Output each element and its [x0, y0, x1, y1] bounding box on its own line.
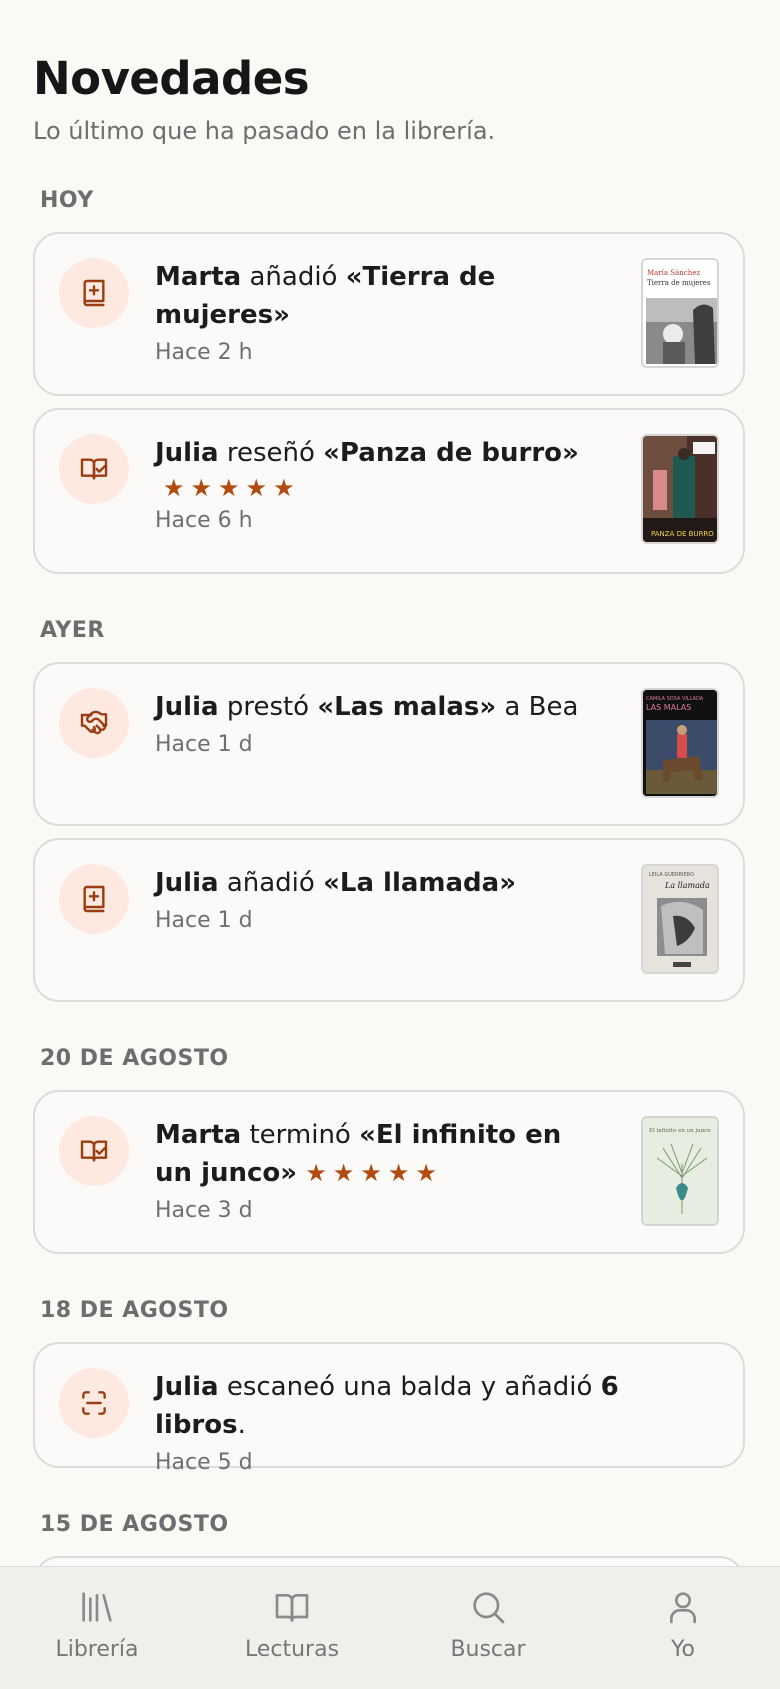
page-header: Novedades Lo último que ha pasado en la …: [33, 52, 495, 145]
book-plus-icon: [59, 864, 129, 934]
feed-card[interactable]: Julia reseñó «Panza de burro» ★★★★★ Hace…: [33, 408, 745, 574]
book-cover[interactable]: El infinito en un junco: [641, 1116, 719, 1226]
book-plus-icon: [59, 258, 129, 328]
section-header-20-agosto: 20 DE AGOSTO: [40, 1046, 229, 1071]
page-subtitle: Lo último que ha pasado en la librería.: [33, 117, 496, 145]
book-cover[interactable]: CAMILA SOSA VILLADA LAS MALAS: [641, 688, 719, 798]
cover-title: LAS MALAS: [646, 703, 691, 712]
user-name[interactable]: Marta: [155, 1120, 241, 1150]
book-title[interactable]: «La llamada»: [323, 868, 516, 898]
book-title[interactable]: «Las malas»: [317, 692, 496, 722]
cover-title: El infinito en un junco: [649, 1128, 711, 1134]
timestamp: Hace 3 d: [155, 1198, 253, 1223]
timestamp: Hace 1 d: [155, 732, 253, 757]
timestamp: Hace 2 h: [155, 340, 253, 365]
activity-verb: añadió: [218, 868, 324, 898]
timestamp: Hace 5 d: [155, 1450, 253, 1475]
user-name[interactable]: Julia: [155, 692, 219, 722]
cover-title: La llamada: [664, 881, 710, 890]
user-name[interactable]: Julia: [155, 438, 219, 468]
activity-verb: escaneó una balda y añadió: [218, 1372, 601, 1402]
feed-card[interactable]: Marta terminó «El infinito en un junco» …: [33, 1090, 745, 1254]
book-cover[interactable]: PANZA DE BURRO: [641, 434, 719, 544]
book-check-icon: [59, 434, 129, 504]
feed-card[interactable]: Julia añadió «La llamada» Hace 1 d LEILA…: [33, 838, 745, 1002]
activity-verb: terminó: [241, 1120, 360, 1150]
cover-author: María Sánchez: [647, 269, 700, 277]
tab-yo[interactable]: Yo: [603, 1587, 763, 1662]
handshake-icon: [59, 688, 129, 758]
rating-stars: ★★★★★: [163, 474, 301, 502]
user-icon: [670, 1592, 696, 1624]
timestamp: Hace 1 d: [155, 908, 253, 933]
book-check-icon: [59, 1116, 129, 1186]
rating-stars: ★★★★★: [305, 1159, 443, 1187]
tab-label: Yo: [671, 1637, 695, 1662]
tab-label: Librería: [55, 1637, 139, 1662]
book-cover[interactable]: María Sánchez Tierra de mujeres: [641, 258, 719, 368]
tab-buscar[interactable]: Buscar: [408, 1587, 568, 1662]
tab-lecturas[interactable]: Lecturas: [212, 1587, 372, 1662]
user-name[interactable]: Marta: [155, 262, 241, 292]
activity-verb: prestó: [218, 692, 318, 722]
cover-title: Tierra de mujeres: [647, 279, 711, 287]
search-icon: [473, 1592, 505, 1624]
activity-verb: reseñó: [218, 438, 324, 468]
library-icon: [82, 1592, 112, 1622]
section-header-ayer: AYER: [40, 618, 105, 643]
tab-libreria[interactable]: Librería: [17, 1587, 177, 1662]
open-book-icon: [275, 1594, 309, 1622]
user-name[interactable]: Julia: [155, 1372, 219, 1402]
user-name[interactable]: Julia: [155, 868, 219, 898]
tab-bar: Librería Lecturas Buscar Yo: [0, 1566, 780, 1689]
feed-card[interactable]: Julia escaneó una balda y añadió 6 libro…: [33, 1342, 745, 1475]
book-cover[interactable]: LEILA GUERRIERO La llamada: [641, 864, 719, 974]
section-header-hoy: HOY: [40, 188, 94, 213]
tab-label: Buscar: [450, 1637, 526, 1662]
book-title[interactable]: «Panza de burro»: [323, 438, 579, 468]
activity-tail: a Bea: [496, 692, 579, 722]
section-header-15-agosto: 15 DE AGOSTO: [40, 1512, 229, 1537]
cover-author: CAMILA SOSA VILLADA: [646, 696, 704, 702]
cover-title: PANZA DE BURRO: [651, 530, 714, 538]
activity-verb: añadió: [241, 262, 346, 292]
feed-card[interactable]: Julia prestó «Las malas» a Bea Hace 1 d …: [33, 662, 745, 826]
activity-tail: .: [237, 1410, 246, 1440]
section-header-18-agosto: 18 DE AGOSTO: [40, 1298, 229, 1323]
timestamp: Hace 6 h: [155, 508, 253, 533]
scan-icon: [59, 1368, 129, 1438]
page-title: Novedades: [33, 52, 310, 105]
cover-author: LEILA GUERRIERO: [649, 872, 694, 878]
feed-card[interactable]: Marta añadió «Tierra de mujeres» Hace 2 …: [33, 232, 745, 396]
tab-label: Lecturas: [244, 1637, 340, 1662]
